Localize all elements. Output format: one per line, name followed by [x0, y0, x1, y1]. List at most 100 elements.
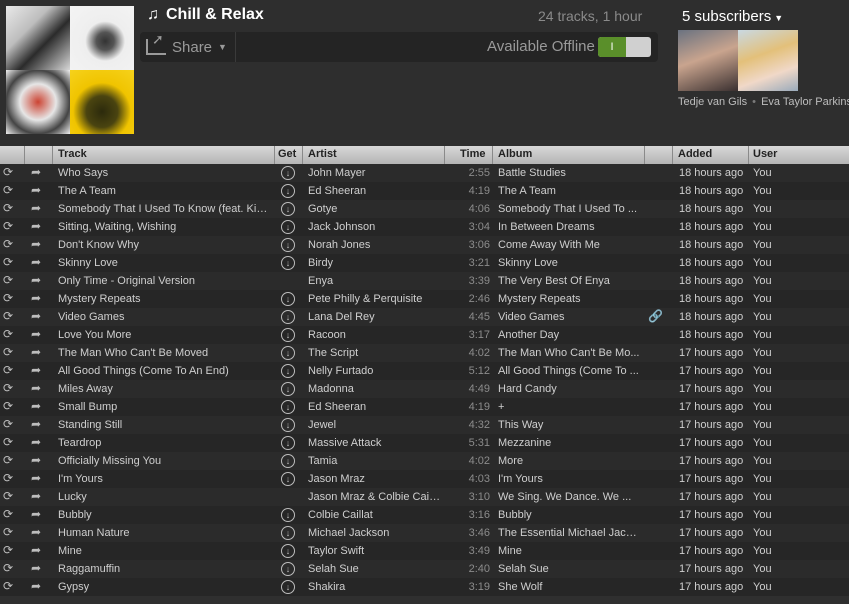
share-row-icon[interactable]: ➦: [31, 165, 45, 179]
sync-icon[interactable]: ⟳: [3, 291, 17, 305]
column-header-track[interactable]: Track: [58, 148, 87, 160]
sync-icon[interactable]: ⟳: [3, 165, 17, 179]
share-row-icon[interactable]: ➦: [31, 219, 45, 233]
download-icon[interactable]: ↓: [281, 328, 295, 342]
album-name[interactable]: More: [498, 455, 642, 467]
download-icon[interactable]: ↓: [281, 238, 295, 252]
share-row-icon[interactable]: ➦: [31, 543, 45, 557]
album-name[interactable]: Another Day: [498, 329, 642, 341]
artist-name[interactable]: Racoon: [308, 329, 442, 341]
table-row[interactable]: ⟳ ➦ Who Says ↓ John Mayer 2:55 Battle Studies 1…: [0, 164, 849, 182]
download-icon[interactable]: ↓: [281, 166, 295, 180]
download-icon[interactable]: ↓: [281, 544, 295, 558]
artist-name[interactable]: Jason Mraz & Colbie Caillat: [308, 491, 442, 503]
artist-name[interactable]: Norah Jones: [308, 239, 442, 251]
sync-icon[interactable]: ⟳: [3, 309, 17, 323]
album-name[interactable]: +: [498, 401, 642, 413]
artist-name[interactable]: Michael Jackson: [308, 527, 442, 539]
album-name[interactable]: Video Games: [498, 311, 642, 323]
sync-icon[interactable]: ⟳: [3, 489, 17, 503]
share-row-icon[interactable]: ➦: [31, 183, 45, 197]
share-row-icon[interactable]: ➦: [31, 561, 45, 575]
album-name[interactable]: The A Team: [498, 185, 642, 197]
sync-icon[interactable]: ⟳: [3, 237, 17, 251]
download-icon[interactable]: ↓: [281, 256, 295, 270]
artist-name[interactable]: Ed Sheeran: [308, 185, 442, 197]
share-row-icon[interactable]: ➦: [31, 453, 45, 467]
subscribers-button[interactable]: 5 subscribers ▼: [682, 8, 783, 25]
download-icon[interactable]: ↓: [281, 562, 295, 576]
artist-name[interactable]: Gotye: [308, 203, 442, 215]
link-icon[interactable]: 🔗: [648, 309, 662, 323]
album-name[interactable]: All Good Things (Come To ...: [498, 365, 642, 377]
column-header-user[interactable]: User: [753, 148, 777, 160]
avatar[interactable]: [738, 30, 798, 91]
download-icon[interactable]: ↓: [281, 382, 295, 396]
album-name[interactable]: Mine: [498, 545, 642, 557]
artist-name[interactable]: Massive Attack: [308, 437, 442, 449]
share-row-icon[interactable]: ➦: [31, 291, 45, 305]
offline-toggle[interactable]: I: [598, 37, 651, 57]
table-row[interactable]: ⟳ ➦ Officially Missing You ↓ Tamia 4:02 More 17…: [0, 452, 849, 470]
download-icon[interactable]: ↓: [281, 418, 295, 432]
sync-icon[interactable]: ⟳: [3, 255, 17, 269]
artist-name[interactable]: Madonna: [308, 383, 442, 395]
artist-name[interactable]: Selah Sue: [308, 563, 442, 575]
sync-icon[interactable]: ⟳: [3, 345, 17, 359]
download-icon[interactable]: ↓: [281, 436, 295, 450]
artist-name[interactable]: The Script: [308, 347, 442, 359]
download-icon[interactable]: ↓: [281, 220, 295, 234]
album-name[interactable]: We Sing. We Dance. We ...: [498, 491, 642, 503]
share-row-icon[interactable]: ➦: [31, 309, 45, 323]
table-row[interactable]: ⟳ ➦ Human Nature ↓ Michael Jackson 3:46 The Es…: [0, 524, 849, 542]
share-row-icon[interactable]: ➦: [31, 363, 45, 377]
download-icon[interactable]: ↓: [281, 364, 295, 378]
share-row-icon[interactable]: ➦: [31, 471, 45, 485]
album-name[interactable]: Somebody That I Used To ...: [498, 203, 642, 215]
column-header-get[interactable]: Get: [278, 148, 296, 160]
artist-name[interactable]: Pete Philly & Perquisite: [308, 293, 442, 305]
album-name[interactable]: Battle Studies: [498, 167, 642, 179]
artist-name[interactable]: Colbie Caillat: [308, 509, 442, 521]
share-row-icon[interactable]: ➦: [31, 237, 45, 251]
table-row[interactable]: ⟳ ➦ Don't Know Why ↓ Norah Jones 3:06 Come Awa…: [0, 236, 849, 254]
column-header-added[interactable]: Added: [678, 148, 712, 160]
artist-name[interactable]: Lana Del Rey: [308, 311, 442, 323]
table-row[interactable]: ⟳ ➦ Teardrop ↓ Massive Attack 5:31 Mezzanine 17…: [0, 434, 849, 452]
table-row[interactable]: ⟳ ➦ Mystery Repeats ↓ Pete Philly & Perquisi…: [0, 290, 849, 308]
album-name[interactable]: Selah Sue: [498, 563, 642, 575]
album-name[interactable]: I'm Yours: [498, 473, 642, 485]
share-row-icon[interactable]: ➦: [31, 489, 45, 503]
sync-icon[interactable]: ⟳: [3, 399, 17, 413]
sync-icon[interactable]: ⟳: [3, 363, 17, 377]
sync-icon[interactable]: ⟳: [3, 471, 17, 485]
column-header-artist[interactable]: Artist: [308, 148, 337, 160]
table-row[interactable]: ⟳ ➦ Raggamuffin ↓ Selah Sue 2:40 Selah Sue 17 h…: [0, 560, 849, 578]
download-icon[interactable]: ↓: [281, 580, 295, 594]
table-row[interactable]: ⟳ ➦ Standing Still ↓ Jewel 4:32 This Way 17 hou…: [0, 416, 849, 434]
album-name[interactable]: The Man Who Can't Be Mo...: [498, 347, 642, 359]
download-icon[interactable]: ↓: [281, 346, 295, 360]
share-row-icon[interactable]: ➦: [31, 345, 45, 359]
artist-name[interactable]: Shakira: [308, 581, 442, 593]
download-icon[interactable]: ↓: [281, 526, 295, 540]
table-row[interactable]: ⟳ ➦ Skinny Love ↓ Birdy 3:21 Skinny Love 18 hou…: [0, 254, 849, 272]
share-row-icon[interactable]: ➦: [31, 525, 45, 539]
table-row[interactable]: ⟳ ➦ Somebody That I Used To Know (feat. Ki…: [0, 200, 849, 218]
subscriber-name-2[interactable]: Eva Taylor Parkins: [761, 96, 849, 108]
share-row-icon[interactable]: ➦: [31, 201, 45, 215]
artist-name[interactable]: Jack Johnson: [308, 221, 442, 233]
table-row[interactable]: ⟳ ➦ Video Games ↓ Lana Del Rey 4:45 Video Game…: [0, 308, 849, 326]
sync-icon[interactable]: ⟳: [3, 435, 17, 449]
album-name[interactable]: Skinny Love: [498, 257, 642, 269]
share-row-icon[interactable]: ➦: [31, 579, 45, 593]
sync-icon[interactable]: ⟳: [3, 327, 17, 341]
table-row[interactable]: ⟳ ➦ All Good Things (Come To An End) ↓ Nelly…: [0, 362, 849, 380]
avatar[interactable]: [678, 30, 738, 91]
download-icon[interactable]: ↓: [281, 472, 295, 486]
table-row[interactable]: ⟳ ➦ Only Time - Original Version Enya 3:39 Th…: [0, 272, 849, 290]
table-row[interactable]: ⟳ ➦ I'm Yours ↓ Jason Mraz 4:03 I'm Yours 17 ho…: [0, 470, 849, 488]
share-row-icon[interactable]: ➦: [31, 417, 45, 431]
sync-icon[interactable]: ⟳: [3, 543, 17, 557]
share-row-icon[interactable]: ➦: [31, 255, 45, 269]
